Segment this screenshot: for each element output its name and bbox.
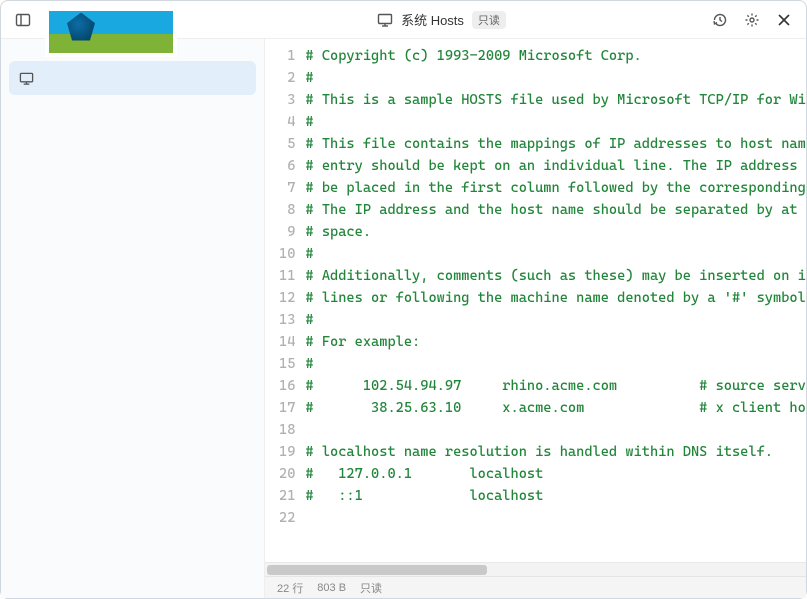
horizontal-scrollbar[interactable]: [265, 562, 806, 576]
line-number: 9: [279, 221, 295, 243]
code-line: #: [305, 353, 806, 375]
code-editor[interactable]: 12345678910111213141516171819202122 # Co…: [265, 39, 806, 562]
line-number: 12: [279, 287, 295, 309]
toggle-sidebar-button[interactable]: [9, 6, 37, 34]
line-number: 17: [279, 397, 295, 419]
settings-button[interactable]: [738, 6, 766, 34]
line-number-gutter: 12345678910111213141516171819202122: [265, 45, 305, 562]
line-number: 16: [279, 375, 295, 397]
history-button[interactable]: [706, 6, 734, 34]
code-line: # ::1 localhost: [305, 485, 806, 507]
line-number: 19: [279, 441, 295, 463]
code-line: # lines or following the machine name de…: [305, 287, 806, 309]
statusbar: 22 行 803 B 只读: [265, 576, 806, 598]
code-line: # This file contains the mappings of IP …: [305, 133, 806, 155]
line-number: 13: [279, 309, 295, 331]
line-number: 15: [279, 353, 295, 375]
code-line: # localhost name resolution is handled w…: [305, 441, 806, 463]
titlebar-right: [706, 6, 798, 34]
window-title: 系统 Hosts: [401, 10, 464, 29]
code-line: # space.: [305, 221, 806, 243]
titlebar: 系统 Hosts 只读: [1, 1, 806, 39]
code-line: # Additionally, comments (such as these)…: [305, 265, 806, 287]
code-line: #: [305, 67, 806, 89]
titlebar-left: [9, 0, 177, 45]
line-number: 10: [279, 243, 295, 265]
code-line: # The IP address and the host name shoul…: [305, 199, 806, 221]
line-number: 2: [279, 67, 295, 89]
line-number: 22: [279, 507, 295, 529]
code-line: # entry should be kept on an individual …: [305, 155, 806, 177]
line-number: 4: [279, 111, 295, 133]
monitor-icon: [19, 71, 34, 86]
line-number: 8: [279, 199, 295, 221]
monitor-icon: [377, 12, 393, 28]
line-number: 21: [279, 485, 295, 507]
sidebar-item-system-hosts[interactable]: [9, 61, 256, 95]
titlebar-center: 系统 Hosts 只读: [177, 10, 706, 29]
code-line: # 102.54.94.97 rhino.acme.com # source s…: [305, 375, 806, 397]
code-line: # Copyright (c) 1993-2009 Microsoft Corp…: [305, 45, 806, 67]
line-number: 18: [279, 419, 295, 441]
close-button[interactable]: [770, 6, 798, 34]
horizontal-scrollbar-thumb[interactable]: [267, 565, 487, 575]
line-number: 11: [279, 265, 295, 287]
code-line: # 127.0.0.1 localhost: [305, 463, 806, 485]
readonly-badge: 只读: [472, 11, 506, 29]
code-line: # For example:: [305, 331, 806, 353]
line-number: 5: [279, 133, 295, 155]
status-line-count: 22 行: [277, 580, 303, 596]
code-line: # be placed in the first column followed…: [305, 177, 806, 199]
editor-pane: 12345678910111213141516171819202122 # Co…: [265, 39, 806, 598]
code-line: #: [305, 243, 806, 265]
main-area: 12345678910111213141516171819202122 # Co…: [1, 39, 806, 598]
code-line: # 38.25.63.10 x.acme.com # x client host: [305, 397, 806, 419]
status-mode: 只读: [360, 580, 382, 596]
app-logo: [45, 7, 177, 57]
code-line: #: [305, 111, 806, 133]
status-file-size: 803 B: [317, 582, 346, 594]
line-number: 7: [279, 177, 295, 199]
sidebar: [1, 39, 265, 598]
line-number: 1: [279, 45, 295, 67]
code-line: # This is a sample HOSTS file used by Mi…: [305, 89, 806, 111]
line-number: 14: [279, 331, 295, 353]
line-number: 20: [279, 463, 295, 485]
code-line: #: [305, 309, 806, 331]
line-number: 6: [279, 155, 295, 177]
line-number: 3: [279, 89, 295, 111]
code-line: [305, 419, 806, 441]
code-content: # Copyright (c) 1993-2009 Microsoft Corp…: [305, 45, 806, 562]
code-line: [305, 507, 806, 529]
